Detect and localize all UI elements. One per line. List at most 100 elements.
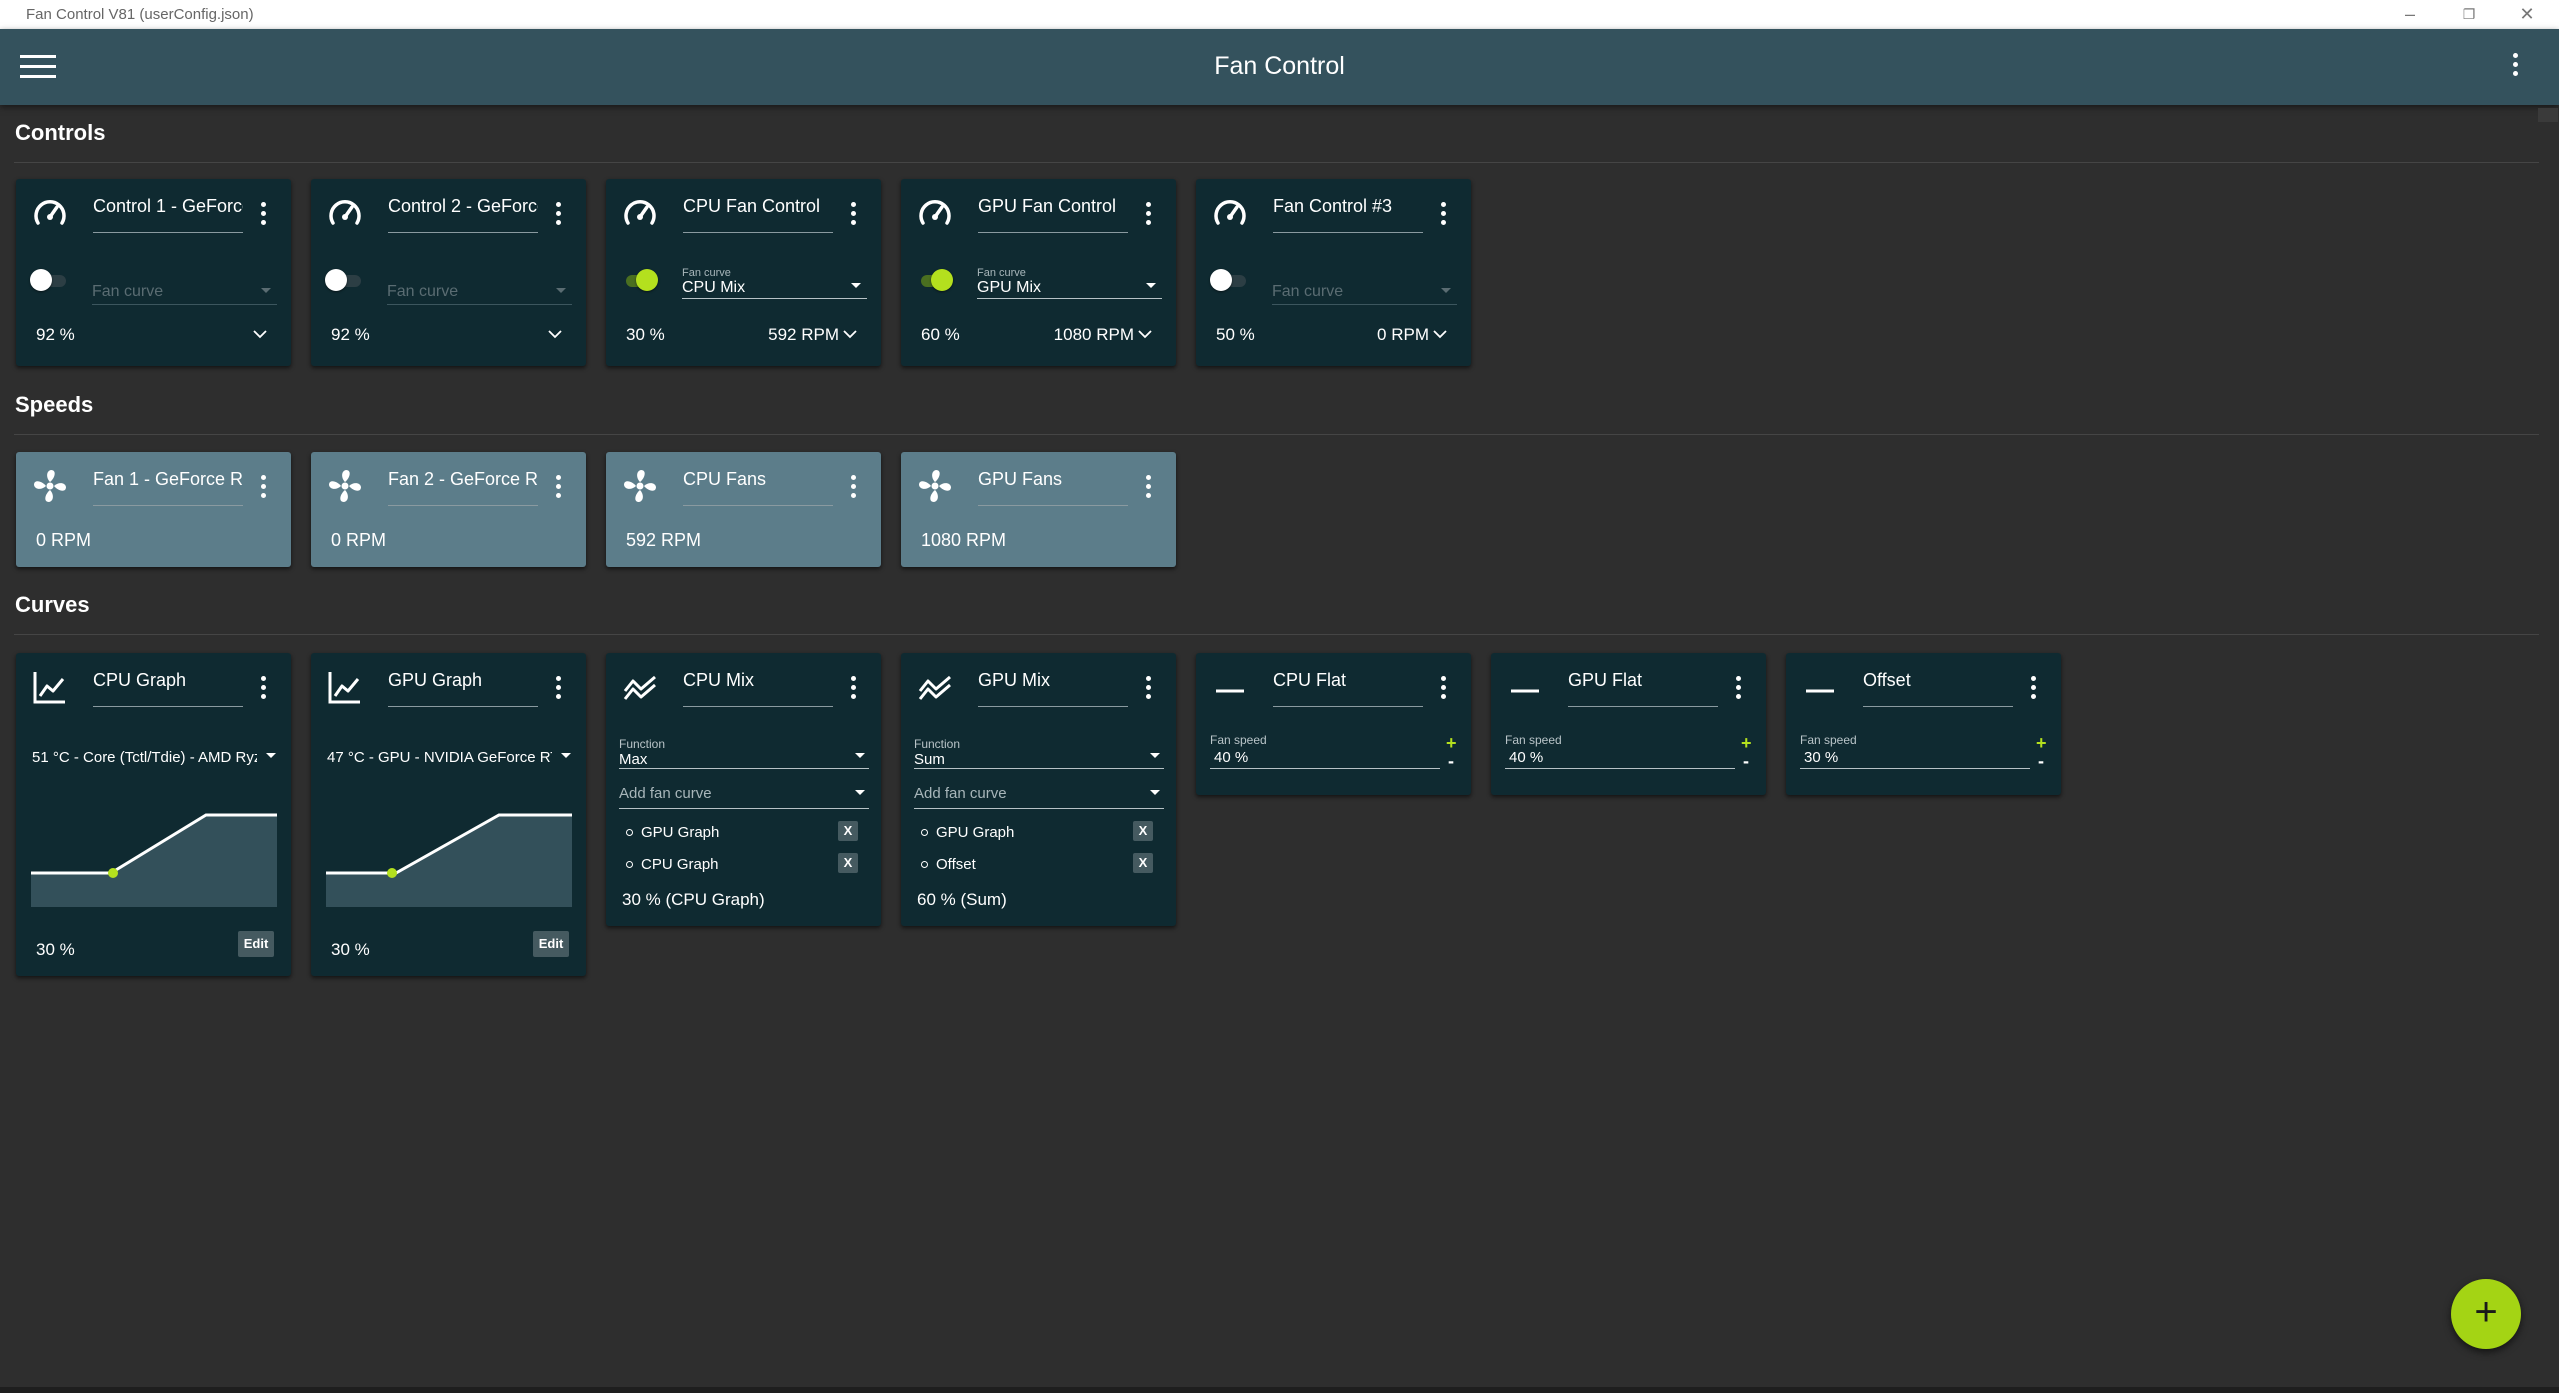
more-vert-icon[interactable] [1145,202,1151,225]
control-name[interactable]: Control 1 - GeForce RTX [93,196,243,233]
mix-curve-card[interactable]: GPU Mix Function Sum Add fan curve GPU G… [901,653,1176,926]
remove-item-button[interactable]: X [838,821,858,841]
mix-icon [623,675,656,700]
control-name[interactable]: Control 2 - GeForce RTX [388,196,538,233]
remove-item-button[interactable]: X [1133,821,1153,841]
function-label: Function [914,737,961,751]
scrollbar-thumb[interactable] [2538,108,2558,122]
more-vert-icon[interactable] [260,475,266,498]
fan-speed-field[interactable]: Fan speed 40 % [1210,731,1440,769]
edit-curve-button[interactable]: Edit [533,931,569,957]
fan-curve-select[interactable]: Fan curve [1272,269,1457,305]
chevron-down-icon[interactable] [253,327,267,341]
more-vert-icon[interactable] [1145,475,1151,498]
more-vert-icon[interactable] [555,202,561,225]
curve-name[interactable]: GPU Mix [978,670,1128,707]
control-enable-toggle[interactable] [1210,269,1248,293]
add-fan-curve-select[interactable]: Add fan curve [914,777,1164,809]
fan-curve-select[interactable]: Fan curve CPU Mix [682,263,867,299]
decrement-button[interactable]: - [2038,751,2044,772]
curve-name[interactable]: CPU Graph [93,670,243,707]
sensor-select[interactable]: 51 °C - Core (Tctl/Tdie) - AMD Ryzen [32,743,278,775]
graph-curve-card[interactable]: GPU Graph 47 °C - GPU - NVIDIA GeForce R… [311,653,586,976]
speed-name[interactable]: Fan 2 - GeForce RTX [388,469,538,506]
control-name[interactable]: CPU Fan Control [683,196,833,233]
control-card[interactable]: Control 1 - GeForce RTX Fan curve 92 % [16,179,291,366]
function-select[interactable]: Function Max [619,733,869,769]
minimize-button[interactable]: – [2381,0,2439,29]
control-enable-toggle[interactable] [325,269,363,293]
remove-item-button[interactable]: X [838,853,858,873]
remove-item-button[interactable]: X [1133,853,1153,873]
flat-curve-card[interactable]: CPU Flat Fan speed 40 % + - [1196,653,1471,795]
more-vert-icon[interactable] [1145,676,1151,699]
more-vert-icon[interactable] [1440,202,1446,225]
control-name[interactable]: Fan Control #3 [1273,196,1423,233]
chevron-down-icon[interactable] [1433,327,1447,341]
control-enable-toggle[interactable] [915,269,953,293]
mix-curve-card[interactable]: CPU Mix Function Max Add fan curve GPU G… [606,653,881,926]
mix-icon [918,675,951,700]
more-vert-icon[interactable] [260,202,266,225]
curve-graph-preview[interactable] [31,803,277,907]
mix-list-item: Offset [921,856,976,873]
sensor-select[interactable]: 47 °C - GPU - NVIDIA GeForce RTX [327,743,573,775]
control-enable-toggle[interactable] [620,269,658,293]
speed-name[interactable]: Fan 1 - GeForce RTX [93,469,243,506]
flat-curve-card[interactable]: Offset Fan speed 30 % + - [1786,653,2061,795]
more-vert-icon[interactable] [1735,676,1741,699]
control-card[interactable]: Control 2 - GeForce RTX Fan curve 92 % [311,179,586,366]
more-vert-icon[interactable] [260,676,266,699]
control-card[interactable]: Fan Control #3 Fan curve 50 % 0 RPM [1196,179,1471,366]
curve-name[interactable]: GPU Graph [388,670,538,707]
function-select[interactable]: Function Sum [914,733,1164,769]
more-vert-icon[interactable] [555,475,561,498]
speed-name[interactable]: CPU Fans [683,469,833,506]
control-card[interactable]: GPU Fan Control Fan curve GPU Mix 60 % 1… [901,179,1176,366]
curve-name[interactable]: GPU Flat [1568,670,1718,707]
speed-card[interactable]: Fan 2 - GeForce RTX 0 RPM [311,452,586,567]
more-vert-icon[interactable] [2512,53,2518,83]
more-vert-icon[interactable] [850,202,856,225]
curve-name[interactable]: CPU Mix [683,670,833,707]
chevron-down-icon[interactable] [548,327,562,341]
more-vert-icon[interactable] [850,475,856,498]
control-enable-toggle[interactable] [30,269,68,293]
speed-card[interactable]: Fan 1 - GeForce RTX 0 RPM [16,452,291,567]
more-vert-icon[interactable] [555,676,561,699]
curve-name[interactable]: CPU Flat [1273,670,1423,707]
fan-speed-field[interactable]: Fan speed 30 % [1800,731,2030,769]
close-button[interactable]: ✕ [2498,0,2556,29]
more-vert-icon[interactable] [2030,676,2036,699]
fan-speed-field[interactable]: Fan speed 40 % [1505,731,1735,769]
caret-down-icon [855,753,865,758]
decrement-button[interactable]: - [1448,751,1454,772]
chevron-down-icon[interactable] [1138,327,1152,341]
chevron-down-icon[interactable] [843,327,857,341]
more-vert-icon[interactable] [850,676,856,699]
speed-card[interactable]: CPU Fans 592 RPM [606,452,881,567]
fan-curve-select[interactable]: Fan curve [387,269,572,305]
speed-name[interactable]: GPU Fans [978,469,1128,506]
mix-list-item: GPU Graph [626,824,719,841]
curve-name[interactable]: Offset [1863,670,2013,707]
edit-curve-button[interactable]: Edit [238,931,274,957]
flat-line-icon [1216,689,1244,693]
graph-curve-card[interactable]: CPU Graph 51 °C - Core (Tctl/Tdie) - AMD… [16,653,291,976]
fan-curve-placeholder: Fan curve [1272,283,1344,300]
add-button[interactable]: + [2451,1279,2521,1349]
fan-curve-select[interactable]: Fan curve [92,269,277,305]
more-vert-icon[interactable] [1440,676,1446,699]
add-fan-curve-select[interactable]: Add fan curve [619,777,869,809]
speed-card[interactable]: GPU Fans 1080 RPM [901,452,1176,567]
restore-button[interactable]: ❐ [2440,0,2498,29]
flat-curve-card[interactable]: GPU Flat Fan speed 40 % + - [1491,653,1766,795]
control-name[interactable]: GPU Fan Control [978,196,1128,233]
control-card[interactable]: CPU Fan Control Fan curve CPU Mix 30 % 5… [606,179,881,366]
fan-curve-select[interactable]: Fan curve GPU Mix [977,263,1162,299]
curve-graph-preview[interactable] [326,803,572,907]
flat-line-icon [1511,689,1539,693]
speedometer-icon [34,200,66,225]
decrement-button[interactable]: - [1743,751,1749,772]
caret-down-icon [1146,283,1156,288]
